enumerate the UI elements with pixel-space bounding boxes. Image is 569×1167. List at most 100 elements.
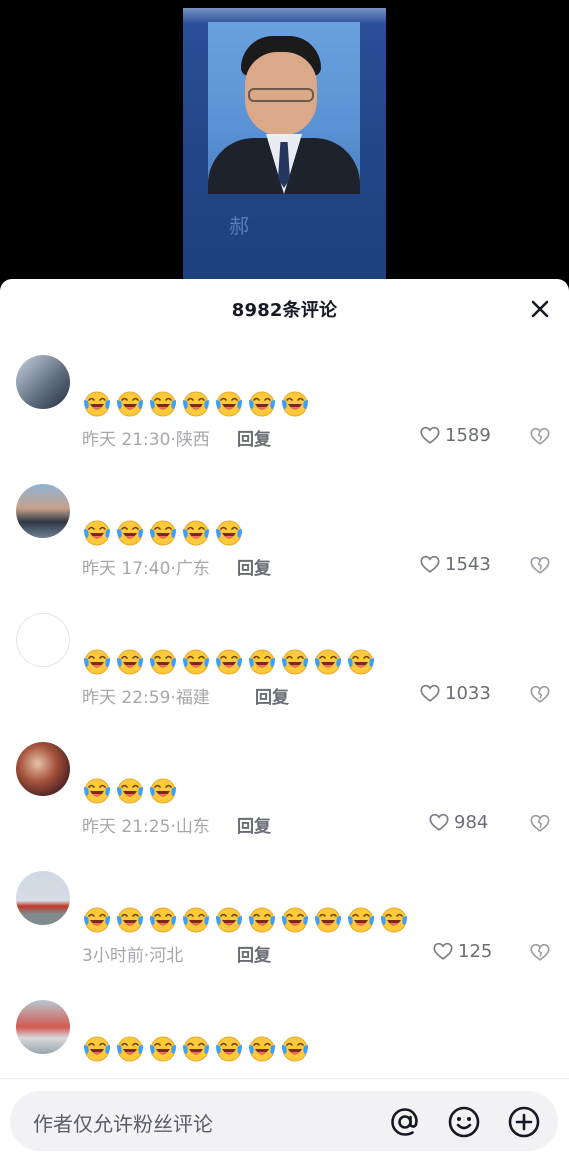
comment-time: 昨天 21:30: [82, 430, 171, 450]
laughing-crying-emoji-icon: [115, 517, 145, 547]
laughing-crying-emoji-icon: [148, 517, 178, 547]
laughing-crying-emoji-icon: [247, 904, 277, 934]
dislike-button[interactable]: [529, 425, 551, 447]
dislike-button[interactable]: [529, 941, 551, 963]
laughing-crying-emoji-icon: [214, 517, 244, 547]
comment-meta: 昨天 22:59·福建: [82, 683, 210, 708]
plus-circle-icon: [508, 1106, 540, 1138]
reply-button[interactable]: 回复: [237, 425, 271, 450]
laughing-crying-emoji-icon: [82, 388, 112, 418]
comment-item[interactable]: 3小时前·河北 回复 125: [0, 871, 569, 991]
laughing-crying-emoji-icon: [346, 646, 376, 676]
laughing-crying-emoji-icon: [148, 1033, 178, 1063]
laughing-crying-emoji-icon: [115, 1033, 145, 1063]
laughing-crying-emoji-icon: [148, 904, 178, 934]
smiley-icon: [448, 1106, 480, 1138]
avatar[interactable]: [16, 1000, 70, 1054]
laughing-crying-emoji-icon: [214, 646, 244, 676]
comments-count-title: 8982条评论: [231, 300, 338, 321]
like-count: 1589: [445, 424, 491, 446]
broken-heart-icon: [530, 814, 550, 832]
laughing-crying-emoji-icon: [82, 1033, 112, 1063]
laughing-crying-emoji-icon: [181, 646, 211, 676]
dislike-button[interactable]: [529, 683, 551, 705]
like-button[interactable]: 1543: [419, 553, 491, 575]
comment-time: 昨天 17:40: [82, 559, 171, 579]
laughing-crying-emoji-icon: [214, 388, 244, 418]
comment-text: [82, 385, 313, 419]
laughing-crying-emoji-icon: [280, 904, 310, 934]
laughing-crying-emoji-icon: [280, 646, 310, 676]
heart-outline-icon: [429, 813, 449, 831]
laughing-crying-emoji-icon: [247, 388, 277, 418]
like-button[interactable]: 125: [432, 940, 492, 962]
laughing-crying-emoji-icon: [115, 646, 145, 676]
reply-button[interactable]: 回复: [237, 554, 271, 579]
laughing-crying-emoji-icon: [181, 517, 211, 547]
comment-input-placeholder: 作者仅允许粉丝评论: [33, 1112, 213, 1136]
comment-time: 昨天 21:25: [82, 817, 171, 837]
laughing-crying-emoji-icon: [115, 388, 145, 418]
laughing-crying-emoji-icon: [379, 904, 409, 934]
comment-location: 山东: [175, 817, 210, 837]
comment-item[interactable]: 昨天 21:30·陕西 回复 1589: [0, 355, 569, 475]
at-icon: [391, 1108, 418, 1136]
comment-input-bar: 作者仅允许粉丝评论: [0, 1078, 569, 1167]
laughing-crying-emoji-icon: [148, 388, 178, 418]
laughing-crying-emoji-icon: [181, 904, 211, 934]
like-count: 1033: [445, 682, 491, 704]
avatar[interactable]: [16, 355, 70, 409]
comment-text: [82, 1030, 313, 1064]
heart-outline-icon: [420, 555, 440, 573]
comment-meta: 昨天 17:40·广东: [82, 554, 210, 579]
like-button[interactable]: 1589: [419, 424, 491, 446]
laughing-crying-emoji-icon: [346, 904, 376, 934]
close-button[interactable]: [526, 295, 554, 323]
reply-button[interactable]: 回复: [237, 941, 271, 966]
comment-location: 福建: [175, 688, 210, 708]
comment-meta: 3小时前·河北: [82, 941, 183, 966]
laughing-crying-emoji-icon: [82, 775, 112, 805]
laughing-crying-emoji-icon: [181, 388, 211, 418]
laughing-crying-emoji-icon: [280, 1033, 310, 1063]
comment-location: 陕西: [175, 430, 210, 450]
laughing-crying-emoji-icon: [115, 904, 145, 934]
comment-location: 河北: [149, 946, 184, 966]
emoji-button[interactable]: [446, 1104, 482, 1140]
reply-button[interactable]: 回复: [255, 683, 289, 708]
laughing-crying-emoji-icon: [115, 775, 145, 805]
avatar[interactable]: [16, 613, 70, 667]
laughing-crying-emoji-icon: [214, 904, 244, 934]
laughing-crying-emoji-icon: [247, 646, 277, 676]
laughing-crying-emoji-icon: [148, 775, 178, 805]
add-button[interactable]: [506, 1104, 542, 1140]
broken-heart-icon: [530, 943, 550, 961]
laughing-crying-emoji-icon: [247, 1033, 277, 1063]
laughing-crying-emoji-icon: [148, 646, 178, 676]
avatar[interactable]: [16, 484, 70, 538]
comment-input[interactable]: 作者仅允许粉丝评论: [10, 1091, 558, 1151]
heart-outline-icon: [420, 426, 440, 444]
comment-item[interactable]: 昨天 21:25·山东 回复 984: [0, 742, 569, 862]
comment-location: 广东: [175, 559, 210, 579]
video-frame: 郝: [183, 8, 386, 290]
avatar[interactable]: [16, 871, 70, 925]
like-button[interactable]: 984: [428, 811, 488, 833]
broken-heart-icon: [530, 685, 550, 703]
comment-time: 3小时前: [82, 946, 144, 966]
avatar[interactable]: [16, 742, 70, 796]
like-button[interactable]: 1033: [419, 682, 491, 704]
dislike-button[interactable]: [529, 554, 551, 576]
video-watermark: 郝: [229, 214, 249, 238]
laughing-crying-emoji-icon: [280, 388, 310, 418]
close-icon: [531, 300, 549, 318]
video-player[interactable]: 郝: [0, 0, 569, 290]
mention-button[interactable]: [387, 1104, 423, 1140]
reply-button[interactable]: 回复: [237, 812, 271, 837]
heart-outline-icon: [433, 942, 453, 960]
comment-item[interactable]: 昨天 17:40·广东 回复 1543: [0, 484, 569, 604]
comment-item[interactable]: 昨天 22:59·福建 回复 1033: [0, 613, 569, 733]
dislike-button[interactable]: [529, 812, 551, 834]
like-count: 125: [458, 940, 493, 962]
comment-text: [82, 901, 412, 935]
